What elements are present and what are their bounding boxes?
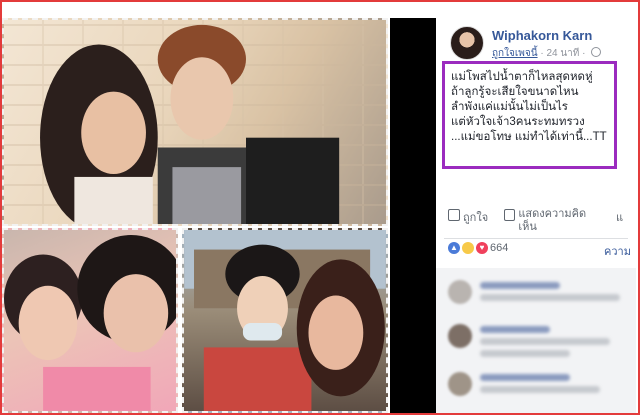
photo-bottom-left-daughter[interactable]	[2, 228, 178, 413]
blurred-comment-text	[480, 350, 570, 357]
blurred-comment-text	[480, 338, 610, 345]
blurred-commenter-name	[480, 374, 570, 381]
more-comments-link[interactable]: ความ	[604, 242, 631, 260]
commenter-avatar[interactable]	[448, 324, 472, 348]
black-divider-strip	[390, 18, 436, 413]
comments-section	[436, 268, 636, 413]
commenter-avatar[interactable]	[448, 280, 472, 304]
comment-bubble-icon	[504, 209, 516, 221]
wow-reaction-icon	[462, 242, 474, 254]
photo-bottom-right-son[interactable]	[182, 228, 388, 413]
comment-button[interactable]: แสดงความคิดเห็น	[504, 208, 599, 234]
author-avatar[interactable]	[450, 26, 484, 60]
post-time: · 24 นาที ·	[537, 48, 589, 59]
comment-item	[448, 368, 628, 408]
blurred-commenter-name	[480, 326, 550, 333]
post-text: แม่โพสไปน้ำตาก็ไหลสุดหดหู่ ถ้าลูกรู้จะเส…	[451, 71, 607, 143]
reaction-count: 664	[490, 242, 509, 254]
love-reaction-icon: ♥	[476, 242, 488, 254]
photo-collage	[2, 2, 390, 413]
blurred-comment-text	[480, 386, 600, 393]
comment-item	[448, 320, 628, 360]
share-label: แ	[616, 212, 624, 224]
highlighted-post-text-box: แม่โพสไปน้ำตาก็ไหลสุดหดหู่ ถ้าลูกรู้จะเส…	[442, 61, 617, 169]
like-reaction-icon: ▲	[448, 242, 460, 254]
actions-divider	[444, 238, 628, 239]
comment-label: แสดงความคิดเห็น	[518, 208, 587, 233]
post-meta: ถูกใจเพจนี้ · 24 นาที ·	[492, 46, 602, 61]
people-silhouettes	[4, 235, 176, 411]
people-silhouettes	[40, 24, 340, 224]
post-actions-bar: ถูกใจ แสดงความคิดเห็น แ	[446, 208, 636, 234]
blurred-comment-text	[480, 294, 620, 301]
like-button[interactable]: ถูกใจ	[448, 208, 488, 226]
globe-icon	[591, 47, 602, 57]
comment-item	[448, 276, 628, 316]
author-name[interactable]: Wiphakorn Karn	[492, 28, 592, 43]
like-label: ถูกใจ	[463, 212, 489, 224]
share-button[interactable]: แ	[616, 208, 623, 226]
people-silhouettes	[184, 230, 386, 411]
commenter-avatar[interactable]	[448, 372, 472, 396]
blurred-commenter-name	[480, 282, 560, 289]
thumbs-up-icon	[448, 209, 460, 221]
photo-top-mother-son[interactable]	[2, 18, 388, 226]
like-page-link[interactable]: ถูกใจเพจนี้	[492, 48, 538, 59]
facebook-post-panel: Wiphakorn Karn ถูกใจเพจนี้ · 24 นาที · แ…	[436, 12, 636, 413]
reaction-summary[interactable]: ▲ ♥ 664	[448, 242, 508, 254]
